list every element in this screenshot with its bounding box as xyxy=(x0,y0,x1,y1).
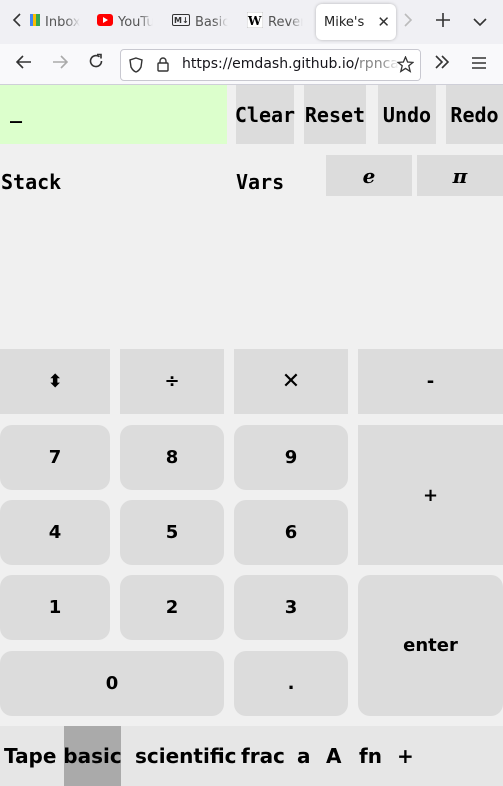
decimal-point-button[interactable]: . xyxy=(234,651,348,716)
basic-tab[interactable]: basic xyxy=(63,726,122,786)
hamburger-menu-icon[interactable] xyxy=(464,46,494,82)
digit-2-button[interactable]: 2 xyxy=(120,575,224,640)
enter-button[interactable]: enter xyxy=(358,575,503,716)
digit-9-button[interactable]: 9 xyxy=(234,425,348,490)
reload-icon[interactable] xyxy=(81,46,111,82)
back-icon[interactable] xyxy=(9,46,39,82)
tab-scroll-left-icon[interactable] xyxy=(2,4,32,40)
gmail-icon xyxy=(30,14,40,30)
undo-button[interactable]: Undo xyxy=(378,85,436,144)
multiply-button[interactable]: ✕ xyxy=(234,349,348,414)
digit-5-button[interactable]: 5 xyxy=(120,500,224,565)
uppercase-a-tab[interactable]: A xyxy=(326,726,341,786)
lowercase-a-tab[interactable]: a xyxy=(297,726,311,786)
bookmark-star-icon[interactable] xyxy=(396,55,415,77)
entry-cursor: _ xyxy=(10,99,23,123)
plus-button[interactable]: + xyxy=(358,425,503,565)
constant-e-button[interactable]: e xyxy=(326,155,412,196)
url-bar[interactable]: https://emdash.github.io/rpncalc xyxy=(120,49,421,81)
redo-button[interactable]: Redo xyxy=(446,85,503,144)
markdown-icon: M↓ xyxy=(172,14,190,30)
url-text[interactable]: https://emdash.github.io/rpncalc xyxy=(182,56,410,72)
shield-icon[interactable] xyxy=(129,57,143,77)
clear-button[interactable]: Clear xyxy=(235,85,295,144)
digit-8-button[interactable]: 8 xyxy=(120,425,224,490)
tab-title: Mike's xyxy=(324,14,365,30)
divide-button[interactable]: ÷ xyxy=(120,349,224,414)
digit-0-button[interactable]: 0 xyxy=(0,651,224,716)
tab-scroll-right-icon[interactable] xyxy=(393,4,423,40)
tab-youtube[interactable]: YouTu xyxy=(97,4,153,40)
close-tab-icon[interactable]: ✕ xyxy=(377,13,390,31)
digit-7-button[interactable]: 7 xyxy=(0,425,110,490)
reset-button[interactable]: Reset xyxy=(304,85,366,144)
forward-icon[interactable] xyxy=(45,46,75,82)
digit-1-button[interactable]: 1 xyxy=(0,575,110,640)
tab-wikipedia[interactable]: W Rever xyxy=(247,4,303,40)
tab-bar: Inbox YouTu M↓ Basic W Rever Mike's ✕ xyxy=(0,0,503,44)
swap-icon: ⬍ xyxy=(47,371,63,392)
digit-3-button[interactable]: 3 xyxy=(234,575,348,640)
digit-4-button[interactable]: 4 xyxy=(0,500,110,565)
entry-display[interactable]: _ xyxy=(0,85,227,144)
lock-icon[interactable] xyxy=(157,57,169,76)
mode-bar: Tape basic scientific frac a A fn + xyxy=(0,726,503,786)
youtube-icon xyxy=(97,14,113,30)
url-main: https://emdash.github.io/ xyxy=(182,56,360,72)
frac-tab[interactable]: frac xyxy=(241,726,285,786)
new-tab-icon[interactable] xyxy=(428,4,458,40)
tab-inbox[interactable]: Inbox xyxy=(30,4,80,40)
svg-text:W: W xyxy=(247,14,262,28)
swap-button[interactable]: ⬍ xyxy=(0,349,110,414)
wikipedia-icon: W xyxy=(247,11,264,32)
tape-tab[interactable]: Tape xyxy=(4,726,56,786)
digit-6-button[interactable]: 6 xyxy=(234,500,348,565)
tab-list-icon[interactable] xyxy=(465,4,495,40)
minus-button[interactable]: - xyxy=(358,349,503,414)
navigation-bar: https://emdash.github.io/rpncalc xyxy=(0,44,503,85)
overflow-chevron-icon[interactable] xyxy=(427,46,457,82)
add-mode-tab[interactable]: + xyxy=(397,726,414,786)
svg-text:M↓: M↓ xyxy=(174,16,189,25)
stack-label: Stack xyxy=(1,170,62,194)
vars-label: Vars xyxy=(236,170,285,194)
tab-mikes[interactable]: Mike's ✕ xyxy=(316,4,396,40)
tab-markdown[interactable]: M↓ Basic xyxy=(172,4,228,40)
constant-pi-button[interactable]: π xyxy=(417,155,503,196)
fn-tab[interactable]: fn xyxy=(359,726,382,786)
scientific-tab[interactable]: scientific xyxy=(135,726,237,786)
